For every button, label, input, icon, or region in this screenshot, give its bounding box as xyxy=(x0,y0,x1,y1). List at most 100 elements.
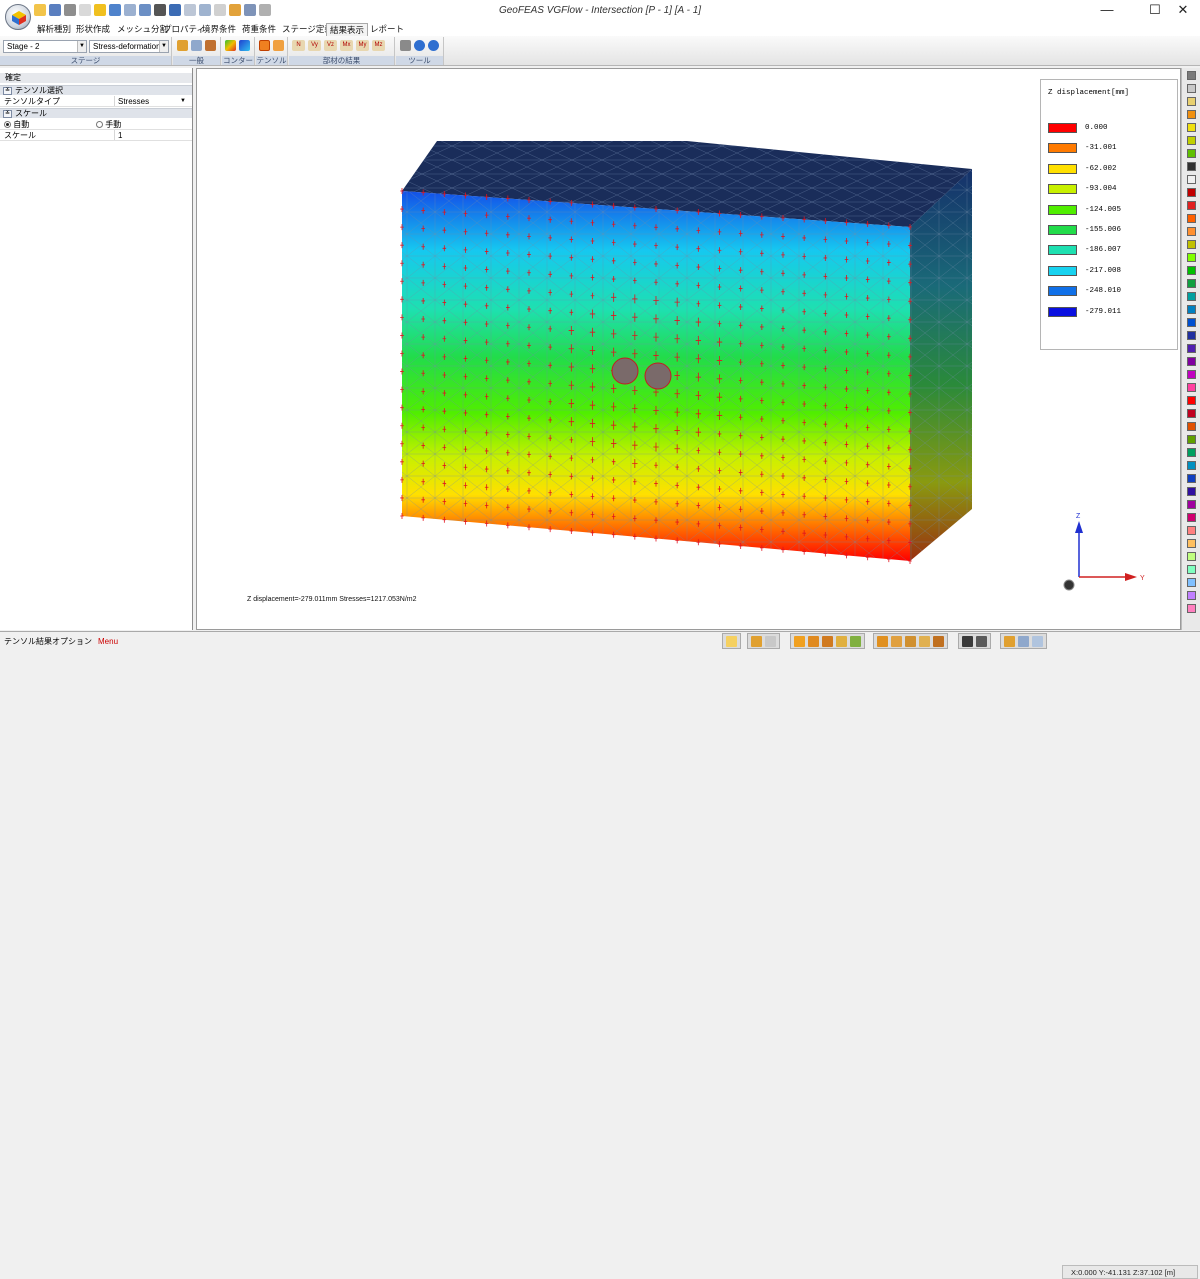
palette-swatch[interactable] xyxy=(1187,227,1196,236)
info-icon[interactable] xyxy=(414,40,425,51)
palette-swatch[interactable] xyxy=(1187,552,1196,561)
select-node-icon[interactable] xyxy=(877,635,888,647)
palette-swatch[interactable] xyxy=(1187,318,1196,327)
palette-swatch[interactable] xyxy=(1187,383,1196,392)
palette-swatch[interactable] xyxy=(1187,578,1196,587)
member-n-button[interactable]: N xyxy=(292,40,305,51)
tensor-icon[interactable] xyxy=(259,40,270,51)
palette-swatch[interactable] xyxy=(1187,500,1196,509)
palette-swatch[interactable] xyxy=(1187,604,1196,613)
panel-icon[interactable] xyxy=(1032,635,1043,647)
select-face-icon[interactable] xyxy=(905,635,916,647)
palette-swatch[interactable] xyxy=(1187,162,1196,171)
palette-swatch[interactable] xyxy=(1187,461,1196,470)
contour-options-icon[interactable] xyxy=(239,40,250,51)
close-button[interactable]: ✕ xyxy=(1166,0,1200,22)
palette-swatch[interactable] xyxy=(1187,565,1196,574)
tab-geometry[interactable]: 形状作成 xyxy=(73,23,113,36)
shape-icon[interactable] xyxy=(850,635,861,647)
window-icon[interactable] xyxy=(1018,635,1029,647)
palette-swatch[interactable] xyxy=(1187,188,1196,197)
palette-swatch[interactable] xyxy=(1187,214,1196,223)
result-type-select[interactable]: Stress-deformation ▼ xyxy=(89,40,169,53)
collapse-icon[interactable]: ≚ xyxy=(3,87,12,95)
scale-input[interactable]: 1 xyxy=(114,130,188,140)
palette-swatch[interactable] xyxy=(1187,149,1196,158)
contour-icon[interactable] xyxy=(225,40,236,51)
palette-swatch[interactable] xyxy=(1187,422,1196,431)
status-menu-link[interactable]: Menu xyxy=(98,637,118,646)
member-mz-button[interactable]: Mz xyxy=(372,40,385,51)
tab-report[interactable]: レポート xyxy=(367,23,407,36)
node-snap-icon[interactable] xyxy=(794,635,805,647)
palette-swatch[interactable] xyxy=(1187,513,1196,522)
palette-swatch[interactable] xyxy=(1187,474,1196,483)
deform-icon[interactable] xyxy=(191,40,202,51)
palette-swatch[interactable] xyxy=(1187,97,1196,106)
grid-icon[interactable] xyxy=(726,635,737,647)
curve-icon[interactable] xyxy=(822,635,833,647)
palette-swatch[interactable] xyxy=(1187,175,1196,184)
palette-swatch[interactable] xyxy=(1187,123,1196,132)
tensor-options-icon[interactable] xyxy=(273,40,284,51)
tensor-type-select[interactable]: Stresses ▼ xyxy=(114,96,188,106)
palette-swatch[interactable] xyxy=(1187,110,1196,119)
snap-grid-icon[interactable] xyxy=(765,635,776,647)
model-canvas[interactable]: Z Y xyxy=(197,69,1182,631)
panel-apply-header[interactable]: 確定 xyxy=(0,73,192,83)
member-vy-button[interactable]: Vy xyxy=(308,40,321,51)
palette-swatch[interactable] xyxy=(1187,409,1196,418)
palette-swatch[interactable] xyxy=(1187,396,1196,405)
palette-swatch[interactable] xyxy=(1187,279,1196,288)
chevron-down-icon: ▼ xyxy=(159,41,168,52)
palette-swatch[interactable] xyxy=(1187,253,1196,262)
palette-swatch[interactable] xyxy=(1187,591,1196,600)
palette-swatch[interactable] xyxy=(1187,331,1196,340)
select-line-icon[interactable] xyxy=(891,635,902,647)
palette-swatch[interactable] xyxy=(1187,266,1196,275)
palette-swatch[interactable] xyxy=(1187,84,1196,93)
manual-radio[interactable]: 手動 xyxy=(96,119,121,130)
layer-icon[interactable] xyxy=(1004,635,1015,647)
palette-swatch[interactable] xyxy=(1187,201,1196,210)
help-icon[interactable] xyxy=(428,40,439,51)
select-solid-icon[interactable] xyxy=(919,635,930,647)
stage-select[interactable]: Stage - 2 ▼ xyxy=(3,40,87,53)
line-icon[interactable] xyxy=(808,635,819,647)
application-menu-button[interactable] xyxy=(5,4,31,30)
tab-boundary[interactable]: 境界条件 xyxy=(199,23,239,36)
collapse-icon[interactable]: ≚ xyxy=(3,110,12,118)
pencil-icon[interactable] xyxy=(836,635,847,647)
palette-swatch[interactable] xyxy=(1187,539,1196,548)
brush-icon[interactable] xyxy=(177,40,188,51)
table-icon[interactable] xyxy=(976,635,987,647)
palette-swatch[interactable] xyxy=(1187,136,1196,145)
palette-swatch[interactable] xyxy=(1187,357,1196,366)
tab-load[interactable]: 荷重条件 xyxy=(239,23,279,36)
tab-results[interactable]: 結果表示 xyxy=(326,23,369,36)
member-vz-button[interactable]: Vz xyxy=(324,40,337,51)
palette-swatch[interactable] xyxy=(1187,487,1196,496)
palette-swatch[interactable] xyxy=(1187,344,1196,353)
minimize-button[interactable]: — xyxy=(1090,0,1124,22)
palette-swatch[interactable] xyxy=(1187,448,1196,457)
palette-swatch[interactable] xyxy=(1187,292,1196,301)
tool-icon[interactable] xyxy=(400,40,411,51)
member-mx-button[interactable]: Mx xyxy=(340,40,353,51)
3d-viewport[interactable]: Z Y Z displacement=-279.011mm Stresses=1… xyxy=(196,68,1181,630)
palette-swatch[interactable] xyxy=(1187,435,1196,444)
palette-swatch[interactable] xyxy=(1187,370,1196,379)
palette-swatch[interactable] xyxy=(1187,526,1196,535)
palette-swatch[interactable] xyxy=(1187,305,1196,314)
select-all-icon[interactable] xyxy=(933,635,944,647)
member-my-button[interactable]: My xyxy=(356,40,369,51)
animate-icon[interactable] xyxy=(205,40,216,51)
palette-swatch[interactable] xyxy=(1187,240,1196,249)
palette-swatch[interactable] xyxy=(1187,71,1196,80)
monitor-icon[interactable] xyxy=(962,635,973,647)
tab-analysis-type[interactable]: 解析種別 xyxy=(34,23,74,36)
auto-radio[interactable]: 自動 xyxy=(4,119,29,130)
section-tensor-selection[interactable]: ≚ テンソル選択 xyxy=(0,85,192,95)
snap-icon[interactable] xyxy=(751,635,762,647)
section-scale[interactable]: ≚ スケール xyxy=(0,108,192,118)
